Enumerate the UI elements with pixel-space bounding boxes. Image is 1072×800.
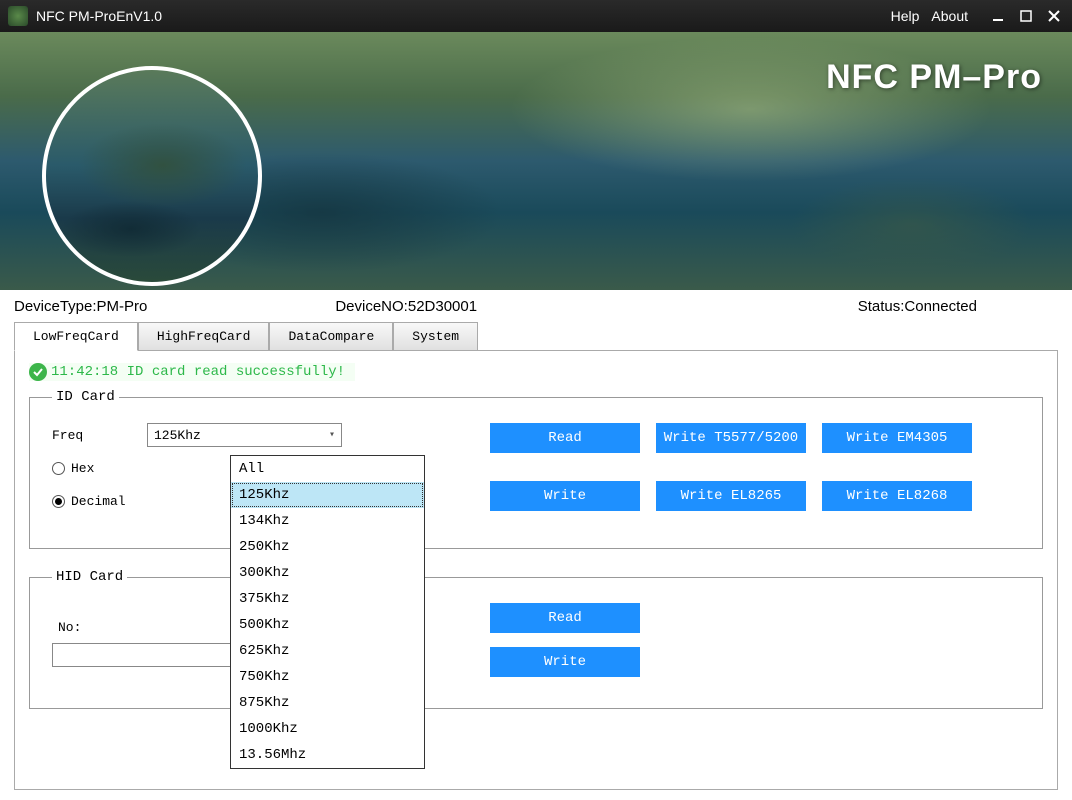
tab-bar: LowFreqCard HighFreqCard DataCompare Sys… — [14, 321, 1058, 350]
write-button[interactable]: Write — [490, 481, 640, 511]
tab-system[interactable]: System — [393, 322, 478, 351]
freq-label: Freq — [52, 428, 147, 443]
freq-option[interactable]: 125Khz — [231, 482, 424, 508]
minimize-button[interactable] — [988, 6, 1008, 26]
tab-lowfreq[interactable]: LowFreqCard — [14, 322, 138, 351]
banner-avatar-circle — [42, 66, 262, 286]
hid-read-button[interactable]: Read — [490, 603, 640, 633]
hid-write-button[interactable]: Write — [490, 647, 640, 677]
device-no: DeviceNO:52D30001 — [295, 298, 616, 315]
read-button[interactable]: Read — [490, 423, 640, 453]
help-menu[interactable]: Help — [891, 8, 920, 24]
device-type: DeviceType:PM-Pro — [14, 298, 295, 315]
titlebar: NFC PM-ProEnV1.0 Help About — [0, 0, 1072, 32]
status-text: ID card read successfully! — [127, 364, 345, 380]
chevron-down-icon: ▾ — [329, 429, 335, 441]
maximize-button[interactable] — [1016, 6, 1036, 26]
close-button[interactable] — [1044, 6, 1064, 26]
success-icon — [29, 363, 47, 381]
freq-option[interactable]: 134Khz — [231, 508, 424, 534]
write-el8268-button[interactable]: Write EL8268 — [822, 481, 972, 511]
freq-option[interactable]: 875Khz — [231, 690, 424, 716]
freq-option[interactable]: 750Khz — [231, 664, 424, 690]
hidcard-group: HID Card No: Read Write — [29, 569, 1043, 709]
freq-option[interactable]: 13.56Mhz — [231, 742, 424, 768]
freq-option[interactable]: All — [231, 456, 424, 482]
freq-option[interactable]: 375Khz — [231, 586, 424, 612]
app-icon — [8, 6, 28, 26]
tab-panel: 11:42:18 ID card read successfully! ID C… — [14, 350, 1058, 790]
freq-option[interactable]: 300Khz — [231, 560, 424, 586]
banner-brand-title: NFC PM–Pro — [826, 58, 1042, 97]
about-menu[interactable]: About — [931, 8, 968, 24]
banner: NFC PM–Pro — [0, 32, 1072, 290]
freq-option[interactable]: 250Khz — [231, 534, 424, 560]
idcard-button-grid: Read Write T5577/5200 Write EM4305 Write… — [490, 423, 972, 511]
write-t5577-button[interactable]: Write T5577/5200 — [656, 423, 806, 453]
freq-selected-value: 125Khz — [154, 428, 201, 443]
device-status: Status:Connected — [617, 298, 1058, 315]
decimal-radio[interactable] — [52, 495, 65, 508]
hid-no-label: No: — [58, 620, 81, 635]
hidcard-legend: HID Card — [52, 569, 127, 585]
tab-datacompare[interactable]: DataCompare — [269, 322, 393, 351]
decimal-label: Decimal — [71, 494, 126, 509]
status-message: 11:42:18 ID card read successfully! — [29, 363, 355, 381]
status-time: 11:42:18 — [51, 364, 118, 380]
tab-highfreq[interactable]: HighFreqCard — [138, 322, 270, 351]
freq-dropdown[interactable]: All125Khz134Khz250Khz300Khz375Khz500Khz6… — [230, 455, 425, 769]
freq-option[interactable]: 625Khz — [231, 638, 424, 664]
freq-option[interactable]: 1000Khz — [231, 716, 424, 742]
write-em4305-button[interactable]: Write EM4305 — [822, 423, 972, 453]
hex-label: Hex — [71, 461, 94, 476]
device-info-row: DeviceType:PM-Pro DeviceNO:52D30001 Stat… — [0, 290, 1072, 321]
idcard-legend: ID Card — [52, 389, 119, 405]
window-title: NFC PM-ProEnV1.0 — [36, 8, 891, 24]
write-el8265-button[interactable]: Write EL8265 — [656, 481, 806, 511]
freq-select[interactable]: 125Khz ▾ — [147, 423, 342, 447]
hex-radio[interactable] — [52, 462, 65, 475]
hid-buttons: Read Write — [490, 603, 640, 677]
freq-option[interactable]: 500Khz — [231, 612, 424, 638]
idcard-group: ID Card Freq 125Khz ▾ Hex Decimal Read W… — [29, 389, 1043, 549]
